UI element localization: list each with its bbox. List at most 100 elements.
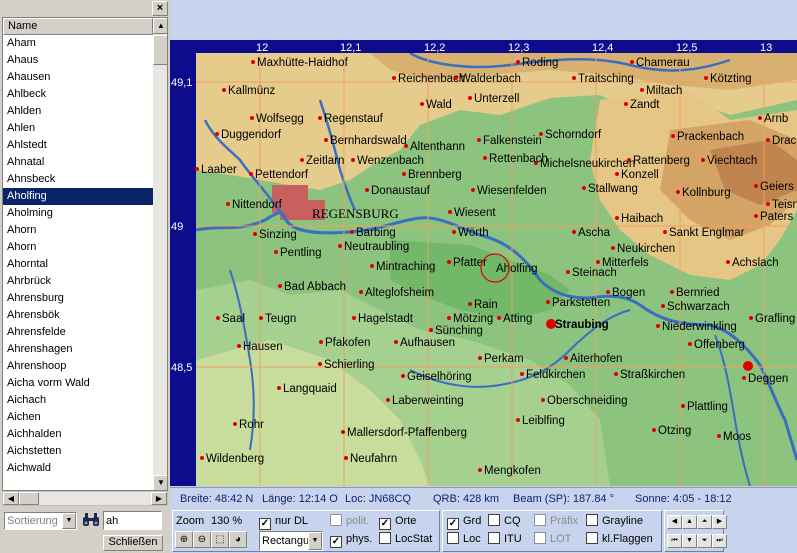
town-label: Oberschneiding xyxy=(547,395,628,407)
list-item[interactable]: Ahlden xyxy=(3,103,153,120)
list-item[interactable]: Ahlbeck xyxy=(3,86,153,103)
town-label: Altenthann xyxy=(410,141,465,153)
town-label: Traitsching xyxy=(578,73,634,85)
scroll-left-arrow-icon[interactable]: ◀ xyxy=(3,492,19,505)
pan-last-icon[interactable]: ⏭ xyxy=(712,534,727,548)
town-dot xyxy=(630,60,634,64)
town-label: Chamerau xyxy=(636,57,690,69)
top-tick-label: 12 xyxy=(256,42,268,54)
check-itu[interactable]: ITU xyxy=(488,532,522,546)
pan-up-left-icon[interactable]: ◀ xyxy=(667,515,682,529)
check-orte[interactable]: ✓ Orte xyxy=(379,514,416,530)
pan-down-icon[interactable]: ▼ xyxy=(682,534,697,548)
town-dot xyxy=(564,356,568,360)
town-label: Grafling xyxy=(755,313,795,325)
list-item[interactable]: Aichen xyxy=(3,409,153,426)
list-item[interactable]: Aicha vorm Wald xyxy=(3,375,153,392)
vertical-scroll-thumb[interactable] xyxy=(153,35,167,65)
list-item[interactable]: Ahlen xyxy=(3,120,153,137)
check-lot[interactable]: LOT xyxy=(534,532,571,546)
check-grayline[interactable]: Grayline xyxy=(586,514,643,528)
map-view[interactable]: 12 12,1 12,2 12,3 12,4 12,5 13 49,1 49 48,5 Maxhü… xyxy=(170,40,797,486)
list-item[interactable]: Aham xyxy=(3,35,153,52)
pan-right-icon[interactable]: ▶ xyxy=(712,515,727,529)
pan-up-icon[interactable]: ▲ xyxy=(682,515,697,529)
town-label: Aufhausen xyxy=(400,337,455,349)
check-grd[interactable]: ✓ Grd xyxy=(447,514,481,530)
horizontal-scroll-thumb[interactable] xyxy=(19,492,39,505)
top-tick-label: 12,3 xyxy=(508,42,529,54)
vertical-scrollbar[interactable]: ▲ ▼ xyxy=(153,18,167,490)
check-nur-dl[interactable]: ✓ nur DL xyxy=(259,514,308,530)
town-dot xyxy=(572,76,576,80)
horizontal-scrollbar[interactable]: ◀ ▶ xyxy=(2,491,168,506)
check-loc[interactable]: Loc xyxy=(447,532,481,546)
town-label: Perkam xyxy=(484,353,524,365)
list-item[interactable]: Ahrensfelde xyxy=(3,324,153,341)
town-label: Paters xyxy=(760,211,793,223)
zoom-out-icon[interactable]: ⊖ xyxy=(193,531,211,548)
town-label: Kollnburg xyxy=(682,187,731,199)
search-input[interactable] xyxy=(103,511,162,530)
place-listbox[interactable]: Name Aham Ahaus Ahausen Ahlbeck Ahlden Ahlen A… xyxy=(2,17,168,491)
check-polit[interactable]: polit. xyxy=(330,514,369,528)
list-item[interactable]: Ahnsbeck xyxy=(3,171,153,188)
list-item[interactable]: Aholfing xyxy=(3,188,153,205)
town-label: Rohr xyxy=(239,419,264,431)
list-item[interactable]: Ahrenshagen xyxy=(3,341,153,358)
map-canvas[interactable]: 12 12,1 12,2 12,3 12,4 12,5 13 49,1 49 48,5 Maxhü… xyxy=(170,40,797,486)
town-dot xyxy=(195,167,199,171)
globe-icon[interactable]: ◕ xyxy=(229,531,247,548)
zoom-label: Zoom xyxy=(176,515,205,527)
zoom-rect-icon[interactable]: ⬚ xyxy=(211,531,229,548)
list-item[interactable]: Aholming xyxy=(3,205,153,222)
town-label: Falkenstein xyxy=(483,135,542,147)
list-item[interactable]: Ahaus xyxy=(3,52,153,69)
chevron-down-icon[interactable]: ▼ xyxy=(308,532,322,550)
chevron-down-icon[interactable]: ▼ xyxy=(62,513,76,529)
check-praefix[interactable]: Präfix xyxy=(534,514,578,528)
list-item[interactable]: Aichstetten xyxy=(3,443,153,460)
binoculars-search-icon[interactable] xyxy=(82,512,100,530)
list-item[interactable]: Ahrensbök xyxy=(3,307,153,324)
list-item[interactable]: Ahausen xyxy=(3,69,153,86)
pan-first-icon[interactable]: ⏮ xyxy=(667,534,682,548)
check-phys[interactable]: ✓ phys. xyxy=(330,532,372,548)
list-item[interactable]: Ahlstedt xyxy=(3,137,153,154)
town-label: Teugn xyxy=(265,313,296,325)
list-item[interactable]: Ahorn xyxy=(3,239,153,256)
list-item[interactable]: Aichhalden xyxy=(3,426,153,443)
town-dot xyxy=(611,246,615,250)
close-button[interactable]: Schließen xyxy=(103,535,163,551)
town-dot xyxy=(468,302,472,306)
list-item[interactable]: Aichach xyxy=(3,392,153,409)
pan-top-icon[interactable]: ⏶ xyxy=(697,515,712,529)
scroll-up-arrow-icon[interactable]: ▲ xyxy=(153,18,167,34)
town-dot xyxy=(277,386,281,390)
pan-bottom-icon[interactable]: ⏷ xyxy=(697,534,712,548)
list-item[interactable]: Ahrbrück xyxy=(3,273,153,290)
town-dot xyxy=(704,76,708,80)
town-dot xyxy=(471,188,475,192)
scroll-down-arrow-icon[interactable]: ▼ xyxy=(153,475,167,490)
projection-select-value: Rectangu xyxy=(262,535,310,547)
list-item[interactable]: Aichwald xyxy=(3,460,153,477)
town-label: Neukirchen xyxy=(617,243,675,255)
scroll-right-arrow-icon[interactable]: ▶ xyxy=(151,492,167,505)
town-dot xyxy=(338,244,342,248)
list-item[interactable]: Ahorntal xyxy=(3,256,153,273)
list-header-name[interactable]: Name xyxy=(3,18,153,35)
zoom-in-icon[interactable]: ⊕ xyxy=(175,531,193,548)
projection-select[interactable]: Rectangu ▼ xyxy=(259,531,323,551)
sort-select[interactable]: Sortierung ▼ xyxy=(4,512,77,530)
check-cq[interactable]: CQ xyxy=(488,514,521,528)
check-locstat[interactable]: LocStat xyxy=(379,532,432,546)
check-kl-flaggen[interactable]: kl.Flaggen xyxy=(586,532,653,546)
close-panel-button[interactable]: × xyxy=(152,1,168,16)
list-item[interactable]: Ahnatal xyxy=(3,154,153,171)
list-item[interactable]: Ahorn xyxy=(3,222,153,239)
town-dot xyxy=(392,76,396,80)
list-item[interactable]: Ahrenshoop xyxy=(3,358,153,375)
list-item[interactable]: Ahrensburg xyxy=(3,290,153,307)
town-dot xyxy=(250,116,254,120)
